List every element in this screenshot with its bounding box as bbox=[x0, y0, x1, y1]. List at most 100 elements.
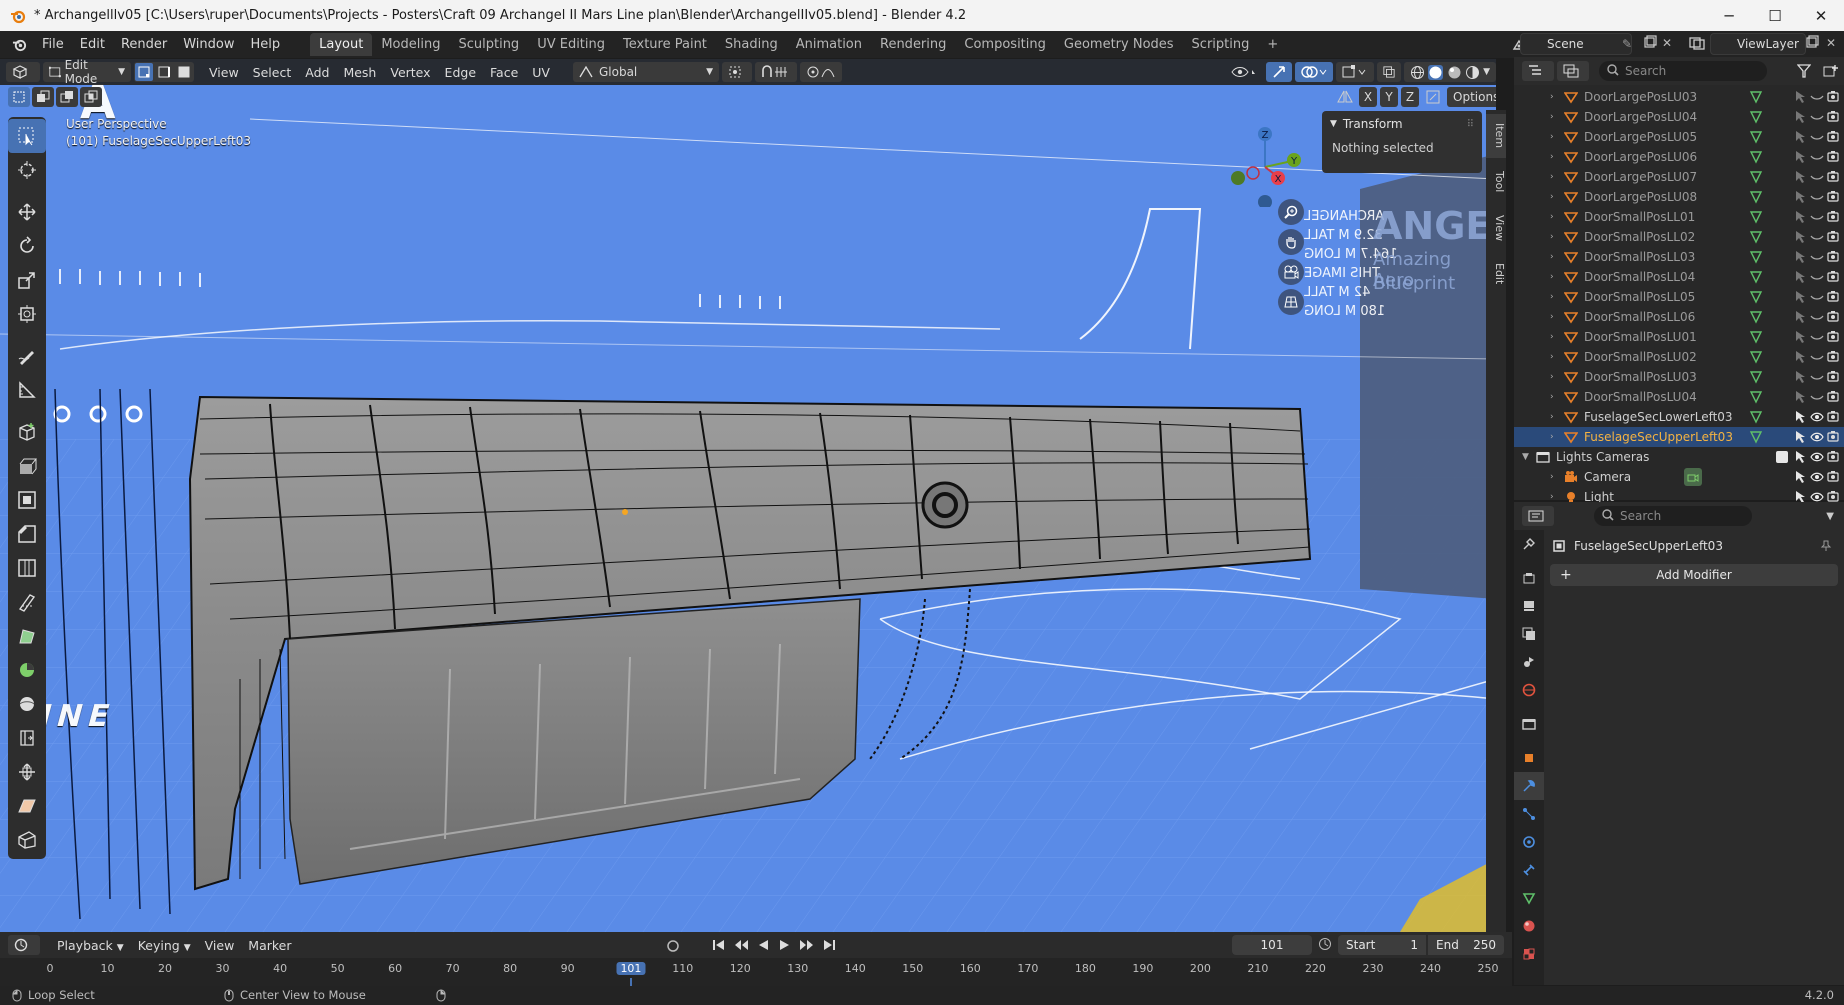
visibility-eye-icon[interactable] bbox=[1810, 131, 1824, 143]
mirror-y-toggle[interactable]: Y bbox=[1380, 87, 1398, 107]
perspective-toggle-icon[interactable] bbox=[1278, 289, 1304, 315]
mesh-data-icon[interactable] bbox=[1749, 90, 1763, 104]
3d-viewport[interactable]: User Perspective (101) FuselageSecUpperL… bbox=[0, 59, 1496, 932]
outliner-row[interactable]: › Camera bbox=[1514, 467, 1844, 487]
outliner-search-input[interactable]: Search bbox=[1599, 61, 1767, 81]
render-camera-icon[interactable] bbox=[1827, 470, 1839, 483]
visibility-eye-icon[interactable] bbox=[1810, 371, 1824, 383]
tab-layout[interactable]: Layout bbox=[310, 33, 373, 56]
scale-tool-icon[interactable] bbox=[8, 263, 46, 297]
expand-arrow-icon[interactable]: › bbox=[1550, 432, 1554, 442]
tool-properties-tab-icon[interactable] bbox=[1514, 530, 1544, 558]
visibility-eye-icon[interactable] bbox=[1810, 91, 1824, 103]
measure-tool-icon[interactable] bbox=[8, 373, 46, 407]
scene-tab-icon[interactable] bbox=[1514, 648, 1544, 676]
menu-mesh[interactable]: Mesh bbox=[336, 65, 383, 80]
menu-select[interactable]: Select bbox=[246, 65, 299, 80]
mesh-data-icon[interactable] bbox=[1749, 350, 1763, 364]
render-camera-icon[interactable] bbox=[1827, 210, 1839, 223]
render-camera-icon[interactable] bbox=[1827, 270, 1839, 283]
menu-window[interactable]: Window bbox=[175, 34, 242, 56]
tab-shading[interactable]: Shading bbox=[716, 33, 787, 56]
visibility-eye-icon[interactable] bbox=[1810, 271, 1824, 283]
visibility-eye-icon[interactable] bbox=[1810, 191, 1824, 203]
outliner-row[interactable]: › DoorLargePosLU03 bbox=[1514, 87, 1844, 107]
selectable-toggle-icon[interactable] bbox=[1794, 430, 1806, 444]
menu-render[interactable]: Render bbox=[113, 34, 175, 56]
rip-region-tool-icon[interactable] bbox=[8, 823, 46, 857]
add-workspace-button[interactable]: + bbox=[1258, 33, 1287, 56]
expand-arrow-icon[interactable]: › bbox=[1550, 492, 1554, 502]
outliner-row[interactable]: › DoorLargePosLU06 bbox=[1514, 147, 1844, 167]
inset-tool-icon[interactable] bbox=[8, 483, 46, 517]
cursor-tool-icon[interactable] bbox=[8, 153, 46, 187]
snap-toggle[interactable] bbox=[754, 62, 797, 82]
visibility-eye-icon[interactable] bbox=[1810, 411, 1824, 423]
expand-arrow-icon[interactable]: › bbox=[1550, 472, 1554, 482]
selectable-toggle-icon[interactable] bbox=[1794, 370, 1806, 384]
play-reverse-icon[interactable] bbox=[754, 936, 772, 954]
render-camera-icon[interactable] bbox=[1827, 350, 1839, 363]
outliner-row[interactable]: › DoorLargePosLU08 bbox=[1514, 187, 1844, 207]
select-box-tool-icon[interactable] bbox=[8, 119, 46, 153]
constraints-tab-icon[interactable] bbox=[1514, 856, 1544, 884]
transform-panel-header[interactable]: ▼ Transform ⠿ bbox=[1322, 111, 1482, 137]
jump-start-icon[interactable] bbox=[710, 936, 728, 954]
solid-shading-icon[interactable] bbox=[1428, 64, 1444, 80]
proportional-editing-toggle[interactable] bbox=[799, 62, 842, 82]
select-intersect-icon[interactable] bbox=[80, 87, 102, 107]
mesh-data-icon[interactable] bbox=[1749, 110, 1763, 124]
render-camera-icon[interactable] bbox=[1827, 250, 1839, 263]
display-mode-button[interactable] bbox=[1557, 61, 1589, 81]
output-tab-icon[interactable] bbox=[1514, 592, 1544, 620]
edge-slide-tool-icon[interactable] bbox=[8, 721, 46, 755]
spin-tool-icon[interactable] bbox=[8, 653, 46, 687]
outliner-row[interactable]: › DoorLargePosLU05 bbox=[1514, 127, 1844, 147]
outliner-row[interactable]: › DoorSmallPosLU01 bbox=[1514, 327, 1844, 347]
physics-tab-icon[interactable] bbox=[1514, 828, 1544, 856]
selectable-toggle-icon[interactable] bbox=[1794, 390, 1806, 404]
data-tab-icon[interactable] bbox=[1514, 884, 1544, 912]
mesh-data-icon[interactable] bbox=[1749, 170, 1763, 184]
collapse-arrow-icon[interactable]: ▼ bbox=[1330, 119, 1337, 129]
selectable-toggle-icon[interactable] bbox=[1794, 210, 1806, 224]
playhead-line[interactable] bbox=[629, 978, 632, 986]
object-visibility-button[interactable] bbox=[1225, 62, 1263, 82]
view-layer-selector[interactable]: ViewLayer bbox=[1710, 33, 1806, 55]
mirror-x-toggle[interactable]: X bbox=[1359, 87, 1377, 107]
scene-selector[interactable]: Scene bbox=[1520, 33, 1632, 55]
visibility-eye-icon[interactable] bbox=[1810, 331, 1824, 343]
outliner-row[interactable]: › DoorSmallPosLU02 bbox=[1514, 347, 1844, 367]
sidebar-tab-tool[interactable]: Tool bbox=[1486, 162, 1506, 202]
jump-end-icon[interactable] bbox=[820, 936, 838, 954]
knife-tool-icon[interactable] bbox=[8, 585, 46, 619]
object-tab-icon[interactable] bbox=[1514, 744, 1544, 772]
blender-menu-icon[interactable] bbox=[10, 37, 28, 52]
menu-edit[interactable]: Edit bbox=[72, 34, 113, 56]
menu-view[interactable]: View bbox=[202, 65, 246, 80]
properties-options-icon[interactable]: ▼ bbox=[1826, 511, 1834, 522]
outliner-editor-type-button[interactable] bbox=[1522, 61, 1554, 81]
close-button[interactable]: ✕ bbox=[1798, 0, 1844, 31]
menu-timeline-view[interactable]: View bbox=[198, 938, 242, 953]
timeline-editor-type-button[interactable] bbox=[8, 935, 40, 955]
overlays-toggle[interactable] bbox=[1295, 62, 1333, 82]
render-camera-icon[interactable] bbox=[1827, 230, 1839, 243]
menu-vertex[interactable]: Vertex bbox=[383, 65, 437, 80]
render-camera-icon[interactable] bbox=[1827, 290, 1839, 303]
xray-toggle[interactable] bbox=[1377, 62, 1401, 82]
selectable-toggle-icon[interactable] bbox=[1794, 190, 1806, 204]
expand-arrow-icon[interactable]: ▼ bbox=[1522, 452, 1529, 462]
smooth-tool-icon[interactable] bbox=[8, 687, 46, 721]
expand-arrow-icon[interactable]: › bbox=[1550, 212, 1554, 222]
world-tab-icon[interactable] bbox=[1514, 676, 1544, 704]
expand-arrow-icon[interactable]: › bbox=[1550, 332, 1554, 342]
menu-playback[interactable]: Playback ▼ bbox=[50, 938, 131, 953]
outliner-row[interactable]: › DoorSmallPosLL04 bbox=[1514, 267, 1844, 287]
end-frame-field[interactable]: End 250 bbox=[1428, 935, 1504, 955]
visibility-eye-icon[interactable] bbox=[1810, 291, 1824, 303]
outliner-row[interactable]: › FuselageSecUpperLeft03 bbox=[1514, 427, 1844, 447]
selectable-toggle-icon[interactable] bbox=[1794, 270, 1806, 284]
minimize-button[interactable]: ─ bbox=[1706, 0, 1752, 31]
expand-arrow-icon[interactable]: › bbox=[1550, 312, 1554, 322]
